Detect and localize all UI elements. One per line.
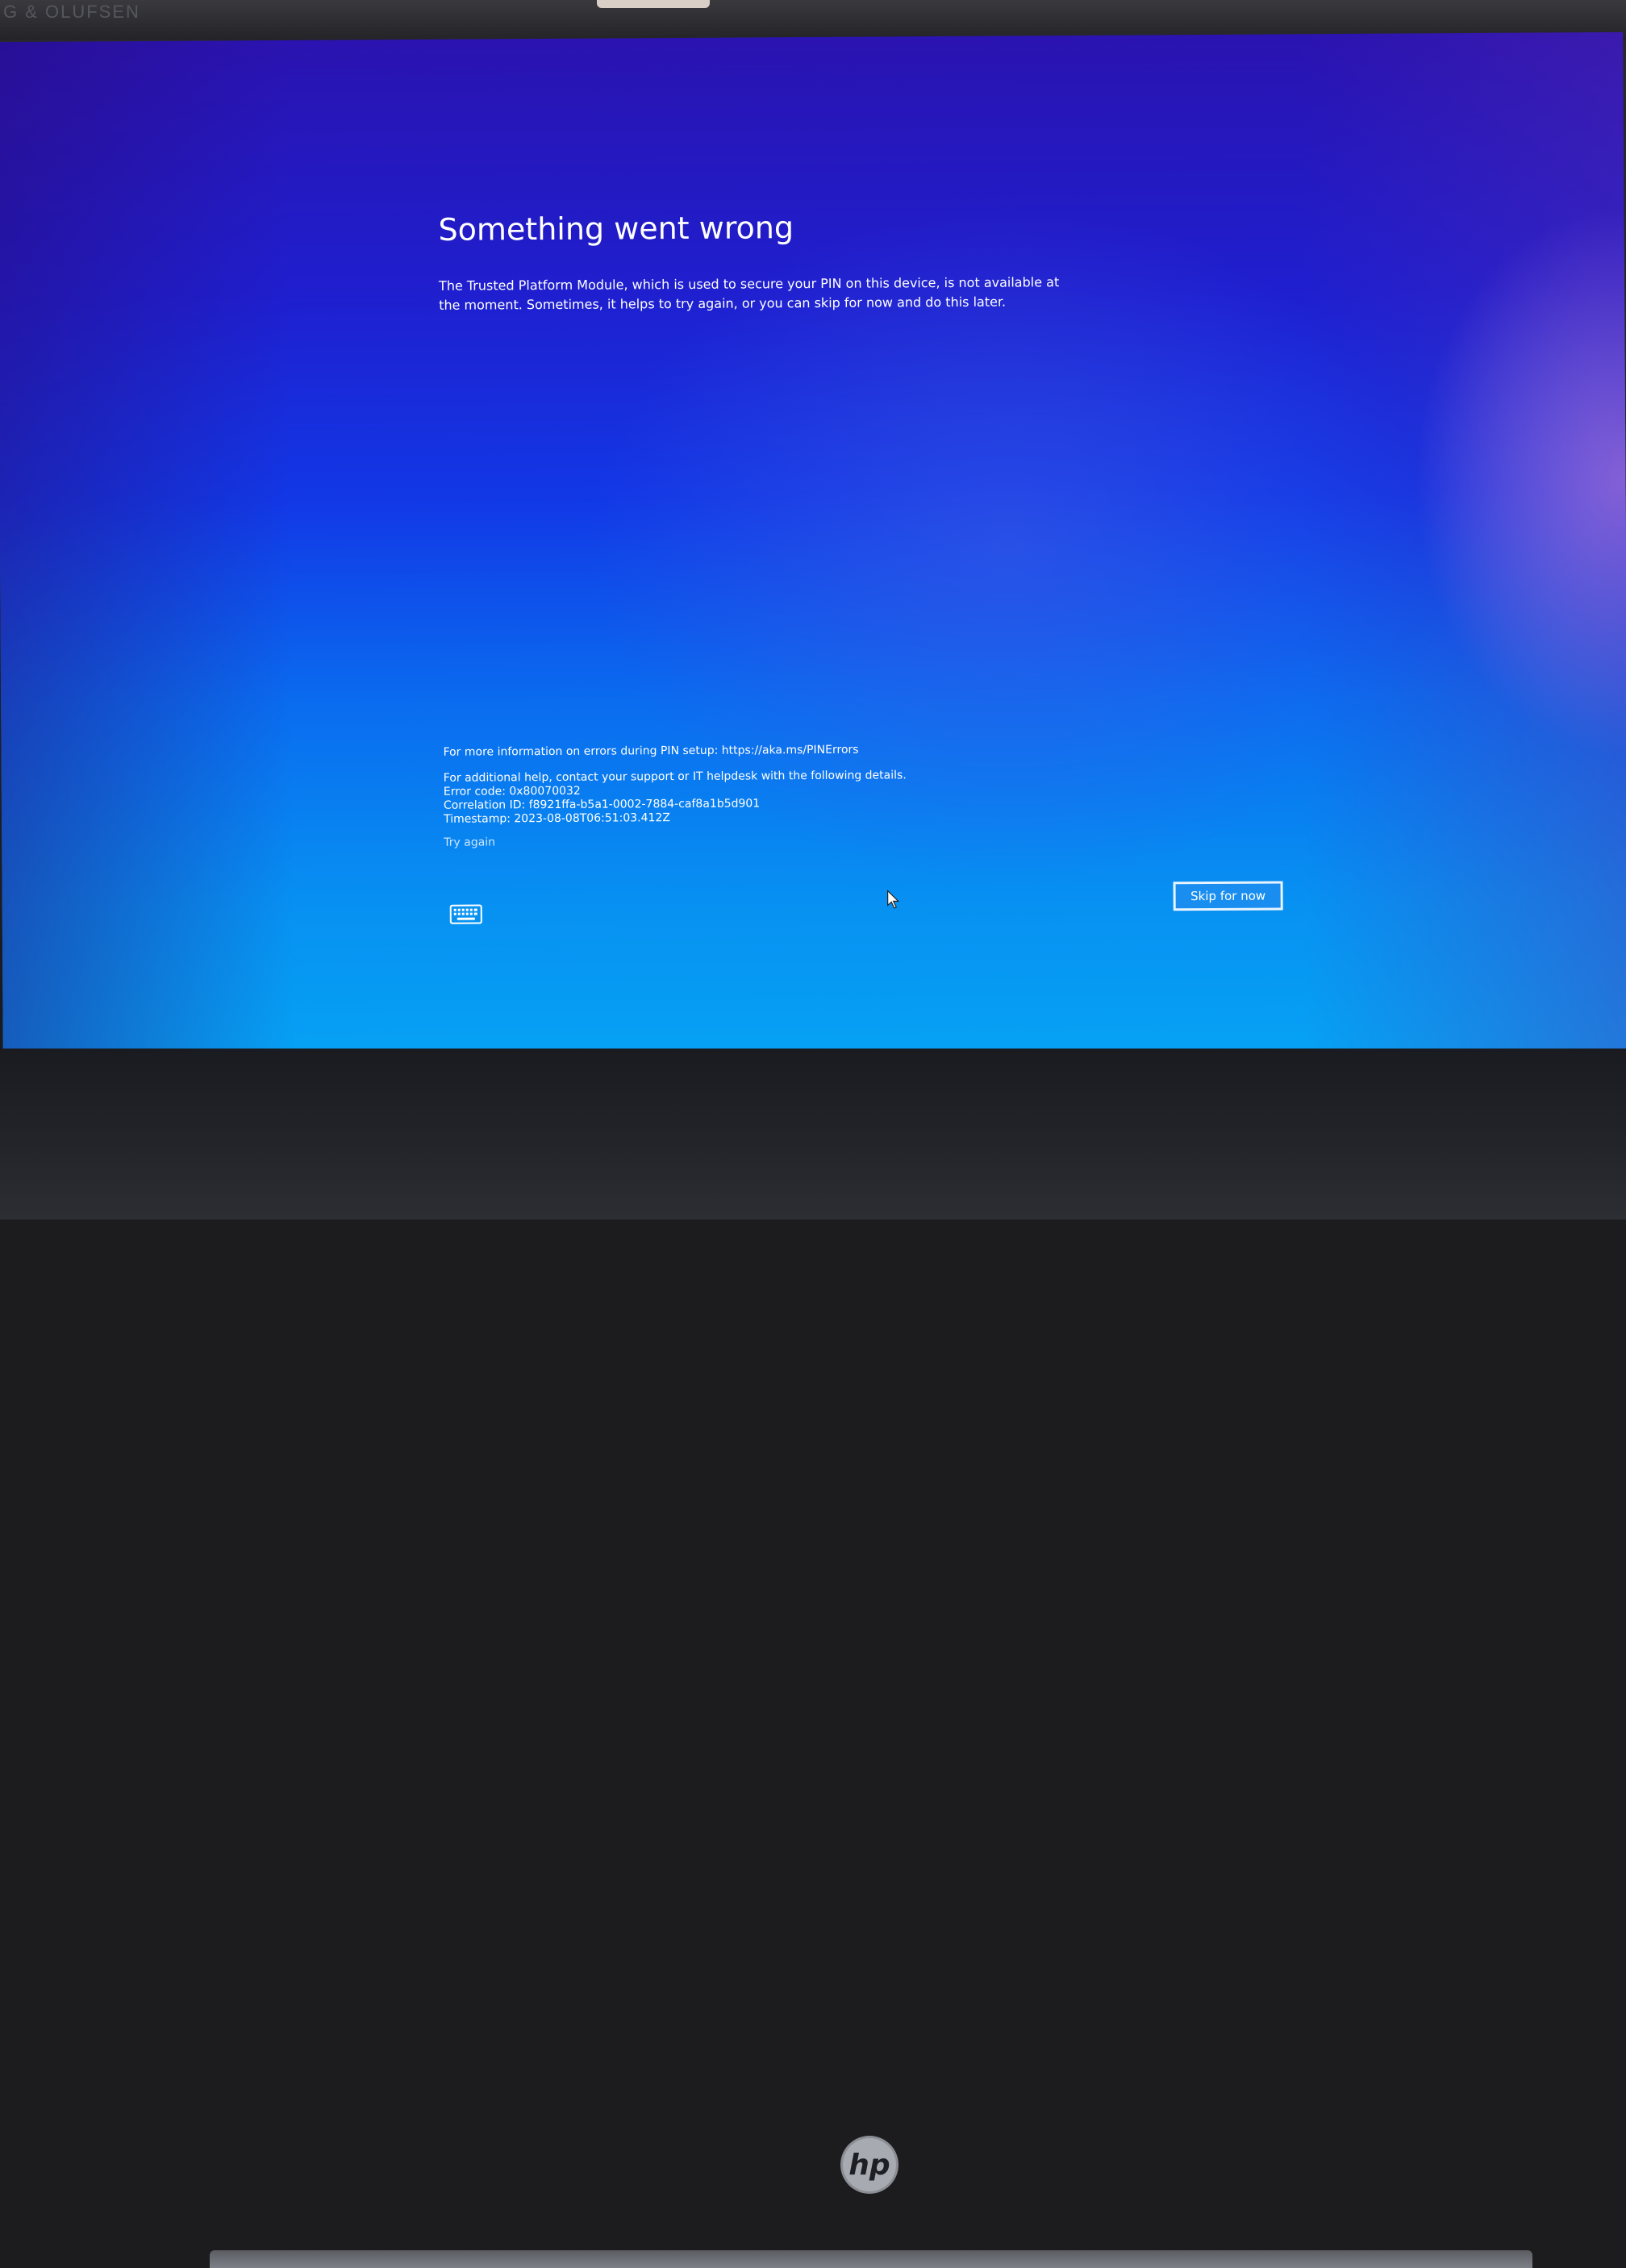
- error-message: The Trusted Platform Module, which is us…: [438, 274, 1060, 313]
- pin-errors-info: For more information on errors during PI…: [443, 743, 859, 759]
- help-details: For additional help, contact your suppor…: [444, 769, 907, 827]
- help-intro: For additional help, contact your suppor…: [443, 769, 907, 785]
- svg-text:hp: hp: [848, 2149, 890, 2182]
- skip-for-now-button[interactable]: Skip for now: [1173, 881, 1283, 911]
- hp-logo-icon: hp: [840, 2136, 898, 2194]
- hinge: [210, 2250, 1532, 2268]
- laptop-frame: G & OLUFSEN Something went wrong The Tru…: [0, 0, 1626, 2268]
- timestamp: Timestamp: 2023-08-08T06:51:03.412Z: [444, 811, 670, 826]
- keyboard-icon[interactable]: [449, 903, 483, 927]
- mouse-cursor-icon: [886, 890, 900, 909]
- bottom-bezel: hp: [0, 1049, 1626, 2268]
- page-title: Something went wrong: [438, 210, 794, 248]
- setup-error-screen: Something went wrong The Trusted Platfor…: [0, 31, 1626, 1064]
- bezel-brand-text: G & OLUFSEN: [3, 2, 140, 22]
- screen-vignette: [0, 31, 1626, 1064]
- try-again-link[interactable]: Try again: [444, 836, 495, 848]
- bezel-sticker: [597, 0, 710, 8]
